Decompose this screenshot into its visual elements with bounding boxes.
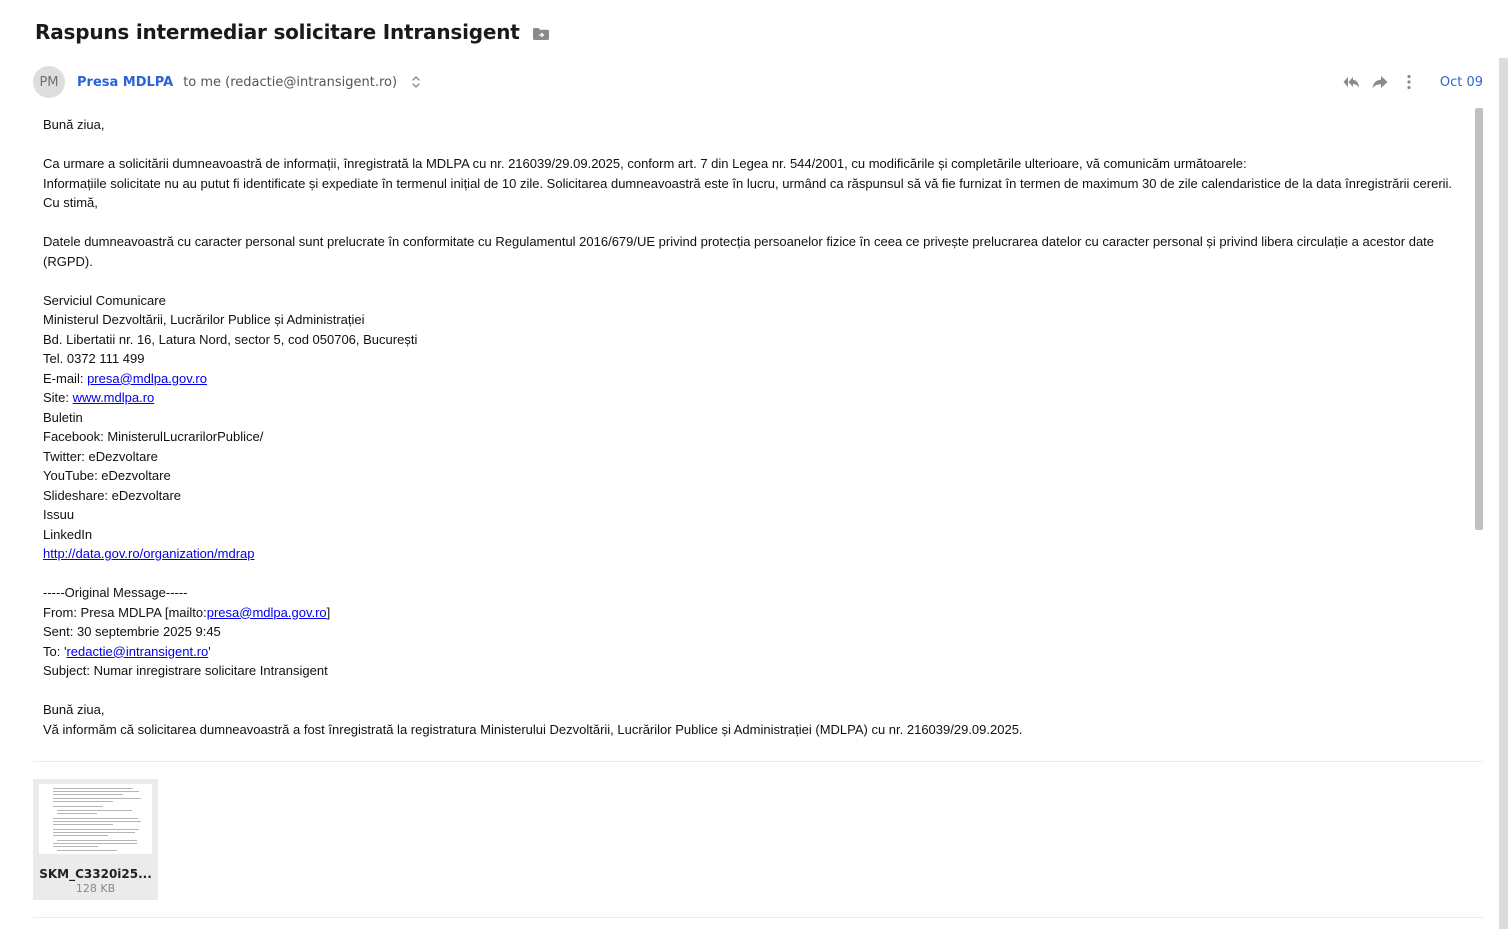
email-link[interactable]: presa@mdlpa.gov.ro <box>87 371 207 386</box>
email-view: Raspuns intermediar solicitare Intransig… <box>0 0 1508 929</box>
message-body: Bună ziua, Ca urmare a solicitării dumne… <box>43 115 1463 739</box>
data-gov-link[interactable]: http://data.gov.ro/organization/mdrap <box>43 546 255 561</box>
expand-updown-icon[interactable] <box>411 74 421 90</box>
signature-youtube: YouTube: eDezvoltare <box>43 468 171 483</box>
forward-icon[interactable] <box>1371 73 1389 91</box>
info-paragraph: Informațiile solicitate nu au putut fi i… <box>43 175 1453 191</box>
original-from: From: Presa MDLPA [mailto:presa@mdlpa.go… <box>43 603 1463 623</box>
original-text: Vă informăm că solicitarea dumneavoastră… <box>43 721 1023 737</box>
to-email-link[interactable]: redactie@intransigent.ro <box>66 644 208 659</box>
signature-linkedin: LinkedIn <box>43 526 93 542</box>
original-header: -----Original Message----- <box>43 585 188 600</box>
original-greeting: Bună ziua, <box>43 702 105 717</box>
intro-paragraph: Ca urmare a solicitării dumneavoastră de… <box>43 156 1247 171</box>
avatar: PM <box>33 66 65 98</box>
gdpr-paragraph: Datele dumneavoastră cu caracter persona… <box>43 234 1435 269</box>
divider <box>33 761 1483 762</box>
site-label: Site: <box>43 390 73 405</box>
attachment-name: SKM_C3320i25... <box>39 867 152 881</box>
reply-all-icon[interactable] <box>1342 73 1360 91</box>
original-sent: Sent: 30 septembrie 2025 9:45 <box>43 624 221 639</box>
attachment-thumbnail <box>39 784 152 854</box>
email-label: E-mail: <box>43 370 88 386</box>
signature-address: Bd. Libertatii nr. 16, Latura Nord, sect… <box>43 331 418 347</box>
to-label: To: ' <box>43 643 67 659</box>
divider <box>33 917 1483 918</box>
signature-ministry: Ministerul Dezvoltării, Lucrărilor Publi… <box>43 312 365 327</box>
message-date: Oct 09 <box>1439 74 1483 90</box>
signature-facebook: Facebook: MinisterulLucrarilorPublice/ <box>43 429 264 444</box>
subject-row: Raspuns intermediar solicitare Intransig… <box>35 20 550 44</box>
to-end: ' <box>208 643 211 659</box>
attachment-card[interactable]: SKM_C3320i25... 128 KB <box>33 779 158 900</box>
folder-move-icon[interactable] <box>532 27 550 41</box>
from-email-link[interactable]: presa@mdlpa.gov.ro <box>207 605 327 620</box>
email-subject: Raspuns intermediar solicitare Intransig… <box>35 20 520 44</box>
attachment-size: 128 KB <box>75 882 116 895</box>
signature-tel: Tel. 0372 111 499 <box>43 351 145 366</box>
body-scrollbar[interactable] <box>1475 108 1483 530</box>
signature-data-line: http://data.gov.ro/organization/mdrap <box>43 544 1463 564</box>
signature-email: E-mail: presa@mdlpa.gov.ro <box>43 369 1463 389</box>
signature-buletin: Buletin <box>43 409 83 425</box>
more-vert-icon[interactable] <box>1400 73 1418 91</box>
signature-issuu: Issuu <box>43 507 75 522</box>
signature-slideshare: Slideshare: eDezvoltare <box>43 487 182 503</box>
site-link[interactable]: www.mdlpa.ro <box>73 390 155 405</box>
recipient-line: to me (redactie@intransigent.ro) <box>183 74 398 90</box>
message-header: PM Presa MDLPA to me (redactie@intransig… <box>33 66 1483 98</box>
from-end: ] <box>326 604 331 620</box>
signature-site: Site: www.mdlpa.ro <box>43 388 1463 408</box>
signature-dept: Serviciul Comunicare <box>43 292 166 308</box>
page-scrollbar[interactable] <box>1499 58 1508 929</box>
from-label: From: Presa MDLPA [mailto: <box>43 604 207 620</box>
signature-twitter: Twitter: eDezvoltare <box>43 448 158 464</box>
sender-name[interactable]: Presa MDLPA <box>77 75 173 90</box>
greeting: Bună ziua, <box>43 117 105 132</box>
original-subject: Subject: Numar inregistrare solicitare I… <box>43 663 328 678</box>
signoff: Cu stimă, <box>43 195 98 210</box>
original-to: To: 'redactie@intransigent.ro' <box>43 642 1463 662</box>
